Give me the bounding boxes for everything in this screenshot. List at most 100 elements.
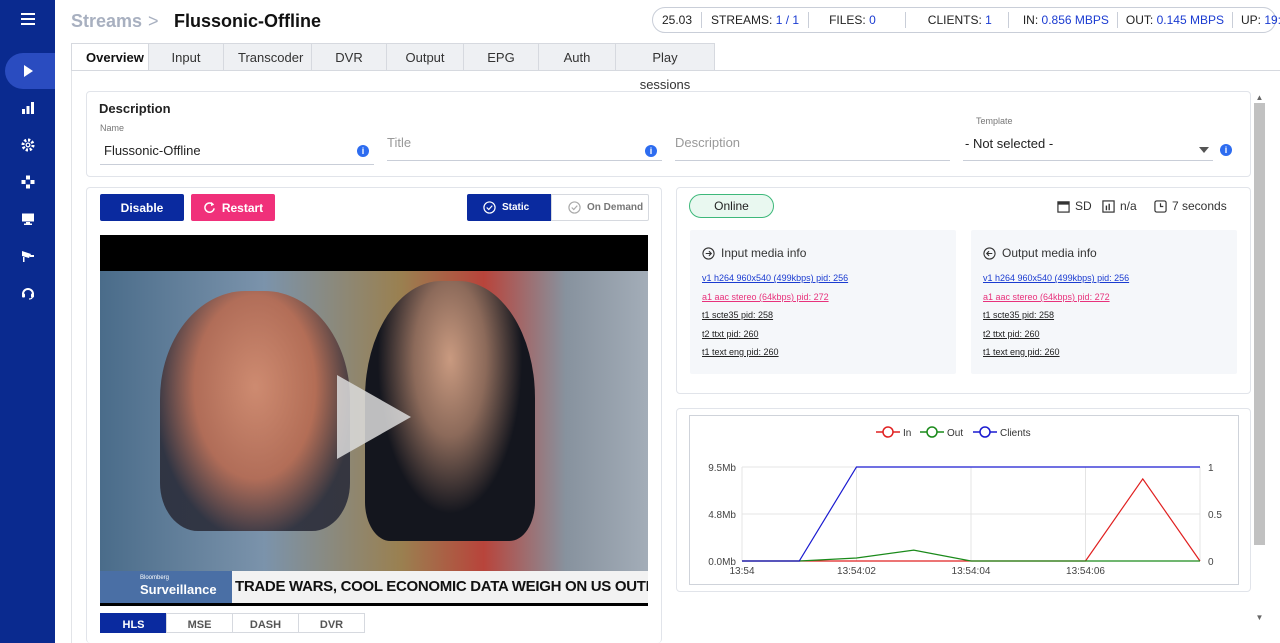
chevron-down-icon bbox=[1199, 147, 1209, 153]
chart-x-tick-label: 13:54:04 bbox=[952, 566, 991, 577]
media-info-card: Online SD n/a 7 seconds Input media info… bbox=[676, 187, 1251, 394]
description-section-title: Description bbox=[99, 101, 171, 116]
chart-x-tick-label: 13:54:02 bbox=[837, 566, 876, 577]
name-field-label: Name bbox=[100, 123, 125, 133]
tab-input[interactable]: Input bbox=[148, 43, 224, 71]
video-frame-image: Bloomberg Surveillance TRADE WARS, COOL … bbox=[100, 271, 648, 603]
traffic-chart-svg: 0.0Mb4.8Mb9.5Mb00.5113:54 13:54:02 13:54:0… bbox=[708, 426, 1222, 577]
breadcrumb-separator: > bbox=[148, 11, 159, 31]
tab-transcoder[interactable]: Transcoder bbox=[223, 43, 312, 71]
input-track-link[interactable]: t1 scte35 pid: 258 bbox=[702, 310, 773, 320]
output-media-info: Output media info v1 h264 960x540 (499kb… bbox=[971, 230, 1237, 374]
template-select-value: - Not selected - bbox=[965, 136, 1054, 151]
name-field[interactable]: Flussonic-Offline i bbox=[100, 139, 374, 165]
chart-legend-marker-clients bbox=[979, 426, 991, 438]
breadcrumb-streams-link[interactable]: Streams bbox=[71, 11, 142, 32]
uptime-indicator: 7 seconds bbox=[1154, 199, 1227, 213]
chart-x-tick-label: 13:54:06 bbox=[1066, 566, 1105, 577]
protocol-tab-dvr[interactable]: DVR bbox=[298, 613, 365, 633]
ondemand-mode-label: On Demand bbox=[587, 202, 644, 213]
settings-gear-icon[interactable] bbox=[0, 126, 55, 164]
cluster-icon[interactable] bbox=[0, 163, 55, 201]
bitrate-indicator: n/a bbox=[1102, 199, 1137, 213]
chart-legend-marker-in bbox=[882, 426, 894, 438]
title-field[interactable]: Title i bbox=[387, 135, 662, 161]
output-track-link[interactable]: t2 ttxt pid: 260 bbox=[983, 329, 1040, 339]
stat-streams[interactable]: STREAMS: 1 / 1 bbox=[702, 12, 810, 28]
tab-dvr[interactable]: DVR bbox=[311, 43, 387, 71]
chart-legend-label-in: In bbox=[903, 428, 911, 439]
stream-tabs: Overview Input Transcoder DVR Output EPG… bbox=[71, 43, 715, 92]
chart-yleft-tick-label: 9.5Mb bbox=[708, 463, 736, 474]
protocol-tab-hls[interactable]: HLS bbox=[100, 613, 167, 633]
output-track-link[interactable]: a1 aac stereo (64kbps) pid: 272 bbox=[983, 292, 1110, 302]
static-mode-toggle[interactable]: Static bbox=[467, 194, 551, 221]
status-badge: Online bbox=[689, 194, 774, 218]
scroll-down-arrow[interactable]: ▼ bbox=[1254, 613, 1265, 623]
calendar-icon bbox=[1057, 200, 1070, 213]
stat-files[interactable]: FILES: 0 bbox=[809, 12, 906, 28]
input-media-info: Input media info v1 h264 960x540 (499kbp… bbox=[690, 230, 956, 374]
support-headset-icon[interactable] bbox=[0, 274, 55, 312]
scroll-up-arrow[interactable]: ▲ bbox=[1254, 93, 1265, 103]
input-track-link[interactable]: t2 ttxt pid: 260 bbox=[702, 329, 759, 339]
check-circle-icon bbox=[483, 201, 496, 214]
tab-overview[interactable]: Overview bbox=[71, 43, 149, 71]
ticker-brand-logo: Bloomberg Surveillance bbox=[100, 571, 232, 603]
title-info-icon[interactable]: i bbox=[645, 145, 657, 157]
protocol-tab-mse[interactable]: MSE bbox=[166, 613, 233, 633]
title-field-placeholder: Title bbox=[387, 135, 412, 150]
output-media-title: Output media info bbox=[983, 246, 1097, 260]
description-card: Description Name Flussonic-Offline i Tit… bbox=[86, 91, 1251, 177]
description-field[interactable]: Description bbox=[675, 135, 950, 161]
arrow-left-circle-icon bbox=[983, 246, 996, 260]
server-stats-bar: 25.03 STREAMS: 1 / 1 FILES: 0 CLIENTS: 1… bbox=[652, 7, 1280, 33]
template-select[interactable]: - Not selected - bbox=[963, 135, 1213, 161]
stat-out: OUT: 0.145 MBPS bbox=[1118, 12, 1233, 28]
chart-yright-tick-label: 0.5 bbox=[1208, 510, 1222, 521]
name-field-value: Flussonic-Offline bbox=[104, 143, 201, 158]
chart-yright-tick-label: 1 bbox=[1208, 463, 1214, 474]
output-track-link[interactable]: t1 scte35 pid: 258 bbox=[983, 310, 1054, 320]
arrow-right-circle-icon bbox=[702, 246, 715, 260]
chart-legend-label-out: Out bbox=[947, 428, 963, 439]
template-field-label: Template bbox=[976, 116, 1013, 126]
camera-icon[interactable] bbox=[0, 237, 55, 275]
traffic-chart-card: 0.0Mb 4.8Mb 9.5Mb 0 0.5 1 13:54 13:54:02 13:54:0… bbox=[676, 408, 1251, 592]
tab-play-sessions[interactable]: Play sessions bbox=[615, 43, 715, 92]
video-player[interactable]: Bloomberg Surveillance TRADE WARS, COOL … bbox=[100, 235, 648, 606]
chart-legend-label-clients: Clients bbox=[1000, 428, 1031, 439]
restart-button-label: Restart bbox=[221, 200, 264, 215]
tab-epg[interactable]: EPG bbox=[463, 43, 539, 71]
restart-icon bbox=[204, 201, 215, 213]
stats-bar-icon[interactable] bbox=[0, 89, 55, 127]
scrollbar-thumb[interactable] bbox=[1254, 103, 1265, 545]
output-track-link[interactable]: t1 text eng pid: 260 bbox=[983, 347, 1060, 357]
chart-yright-tick-label: 0 bbox=[1208, 557, 1214, 568]
input-track-link[interactable]: a1 aac stereo (64kbps) pid: 272 bbox=[702, 292, 829, 302]
monitor-icon[interactable] bbox=[0, 200, 55, 238]
name-info-icon[interactable]: i bbox=[357, 145, 369, 157]
restart-button[interactable]: Restart bbox=[191, 194, 275, 221]
output-track-link[interactable]: v1 h264 960x540 (499kbps) pid: 256 bbox=[983, 273, 1129, 283]
protocol-tab-dash[interactable]: DASH bbox=[232, 613, 299, 633]
streams-play-icon[interactable] bbox=[0, 52, 55, 90]
video-ticker: Bloomberg Surveillance TRADE WARS, COOL … bbox=[100, 571, 648, 603]
input-track-link[interactable]: t1 text eng pid: 260 bbox=[702, 347, 779, 357]
disable-button[interactable]: Disable bbox=[100, 194, 184, 221]
ondemand-mode-toggle[interactable]: On Demand bbox=[551, 194, 649, 221]
template-info-icon[interactable]: i bbox=[1220, 144, 1232, 156]
stat-clients[interactable]: CLIENTS: 1 bbox=[906, 12, 1009, 28]
input-media-title: Input media info bbox=[702, 246, 806, 260]
traffic-chart: 0.0Mb 4.8Mb 9.5Mb 0 0.5 1 13:54 13:54:02 13:54:0… bbox=[689, 415, 1239, 585]
tabs-divider bbox=[71, 70, 1280, 71]
clock-icon bbox=[1154, 199, 1167, 213]
chart-x-tick-label: 13:54 bbox=[729, 566, 754, 577]
play-icon[interactable] bbox=[337, 375, 411, 459]
menu-icon[interactable] bbox=[0, 0, 55, 38]
stat-version: 25.03 bbox=[653, 12, 703, 28]
tab-output[interactable]: Output bbox=[386, 43, 464, 71]
static-mode-label: Static bbox=[502, 202, 530, 213]
input-track-link[interactable]: v1 h264 960x540 (499kbps) pid: 256 bbox=[702, 273, 848, 283]
tab-auth[interactable]: Auth bbox=[538, 43, 616, 71]
